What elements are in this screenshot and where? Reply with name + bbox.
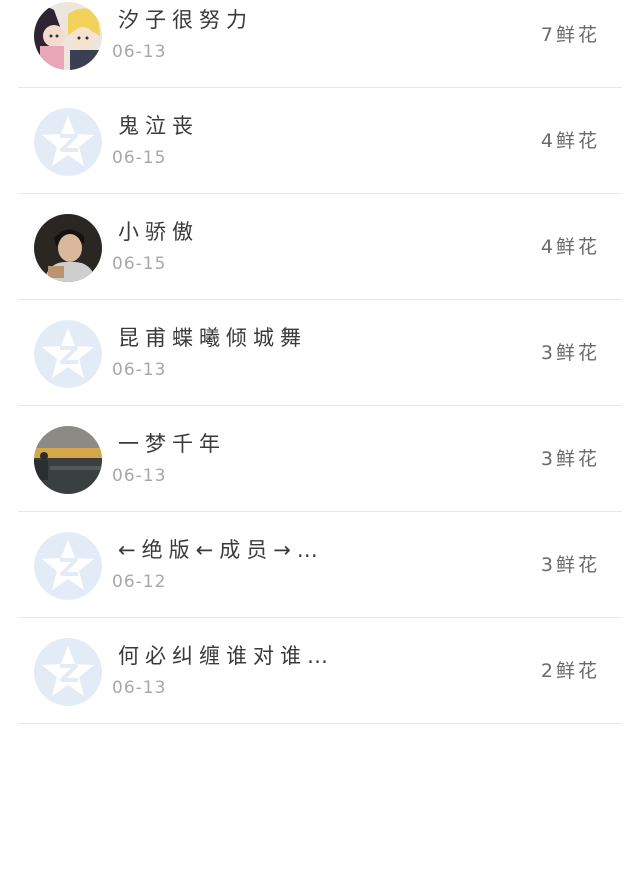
user-name[interactable]: 汐子很努力 — [118, 4, 253, 34]
list-item[interactable]: 昆甫蝶曦倾城舞 06-13 3鲜花 — [18, 300, 622, 406]
person-photo-avatar[interactable] — [34, 214, 102, 282]
gift-date: 06-15 — [112, 148, 167, 168]
list-item[interactable]: 何必纠缠谁对谁… 06-13 2鲜花 — [18, 618, 622, 724]
user-name[interactable]: 昆甫蝶曦倾城舞 — [118, 322, 307, 352]
flower-count: 3鲜花 — [540, 554, 600, 576]
default-qzone-avatar[interactable] — [34, 638, 102, 706]
gift-date: 06-12 — [112, 572, 167, 592]
user-name[interactable]: ←绝版←成员→… — [118, 534, 324, 564]
list-item[interactable]: 汐子很努力 06-13 7鲜花 — [18, 0, 622, 88]
flower-count: 3鲜花 — [540, 448, 600, 470]
gift-ranking-list: 汐子很努力 06-13 7鲜花 鬼泣丧 06-15 4鲜花 小骄傲 06-15 … — [0, 0, 640, 724]
user-name[interactable]: 小骄傲 — [118, 216, 199, 246]
sunset-landscape-avatar[interactable] — [34, 426, 102, 494]
gift-date: 06-13 — [112, 42, 167, 62]
flower-count: 7鲜花 — [540, 24, 600, 46]
gift-date: 06-13 — [112, 678, 167, 698]
gift-date: 06-13 — [112, 466, 167, 486]
flower-count: 4鲜花 — [540, 236, 600, 258]
gift-date: 06-13 — [112, 360, 167, 380]
list-item[interactable]: 小骄傲 06-15 4鲜花 — [18, 194, 622, 300]
user-name[interactable]: 鬼泣丧 — [118, 110, 199, 140]
default-qzone-avatar[interactable] — [34, 320, 102, 388]
user-name[interactable]: 一梦千年 — [118, 428, 226, 458]
user-name[interactable]: 何必纠缠谁对谁… — [118, 640, 334, 670]
flower-count: 3鲜花 — [540, 342, 600, 364]
default-qzone-avatar[interactable] — [34, 108, 102, 176]
default-qzone-avatar[interactable] — [34, 532, 102, 600]
anime-avatar[interactable] — [34, 2, 102, 70]
list-item[interactable]: ←绝版←成员→… 06-12 3鲜花 — [18, 512, 622, 618]
gift-date: 06-15 — [112, 254, 167, 274]
flower-count: 4鲜花 — [540, 130, 600, 152]
list-item[interactable]: 鬼泣丧 06-15 4鲜花 — [18, 88, 622, 194]
list-item[interactable]: 一梦千年 06-13 3鲜花 — [18, 406, 622, 512]
flower-count: 2鲜花 — [540, 660, 600, 682]
